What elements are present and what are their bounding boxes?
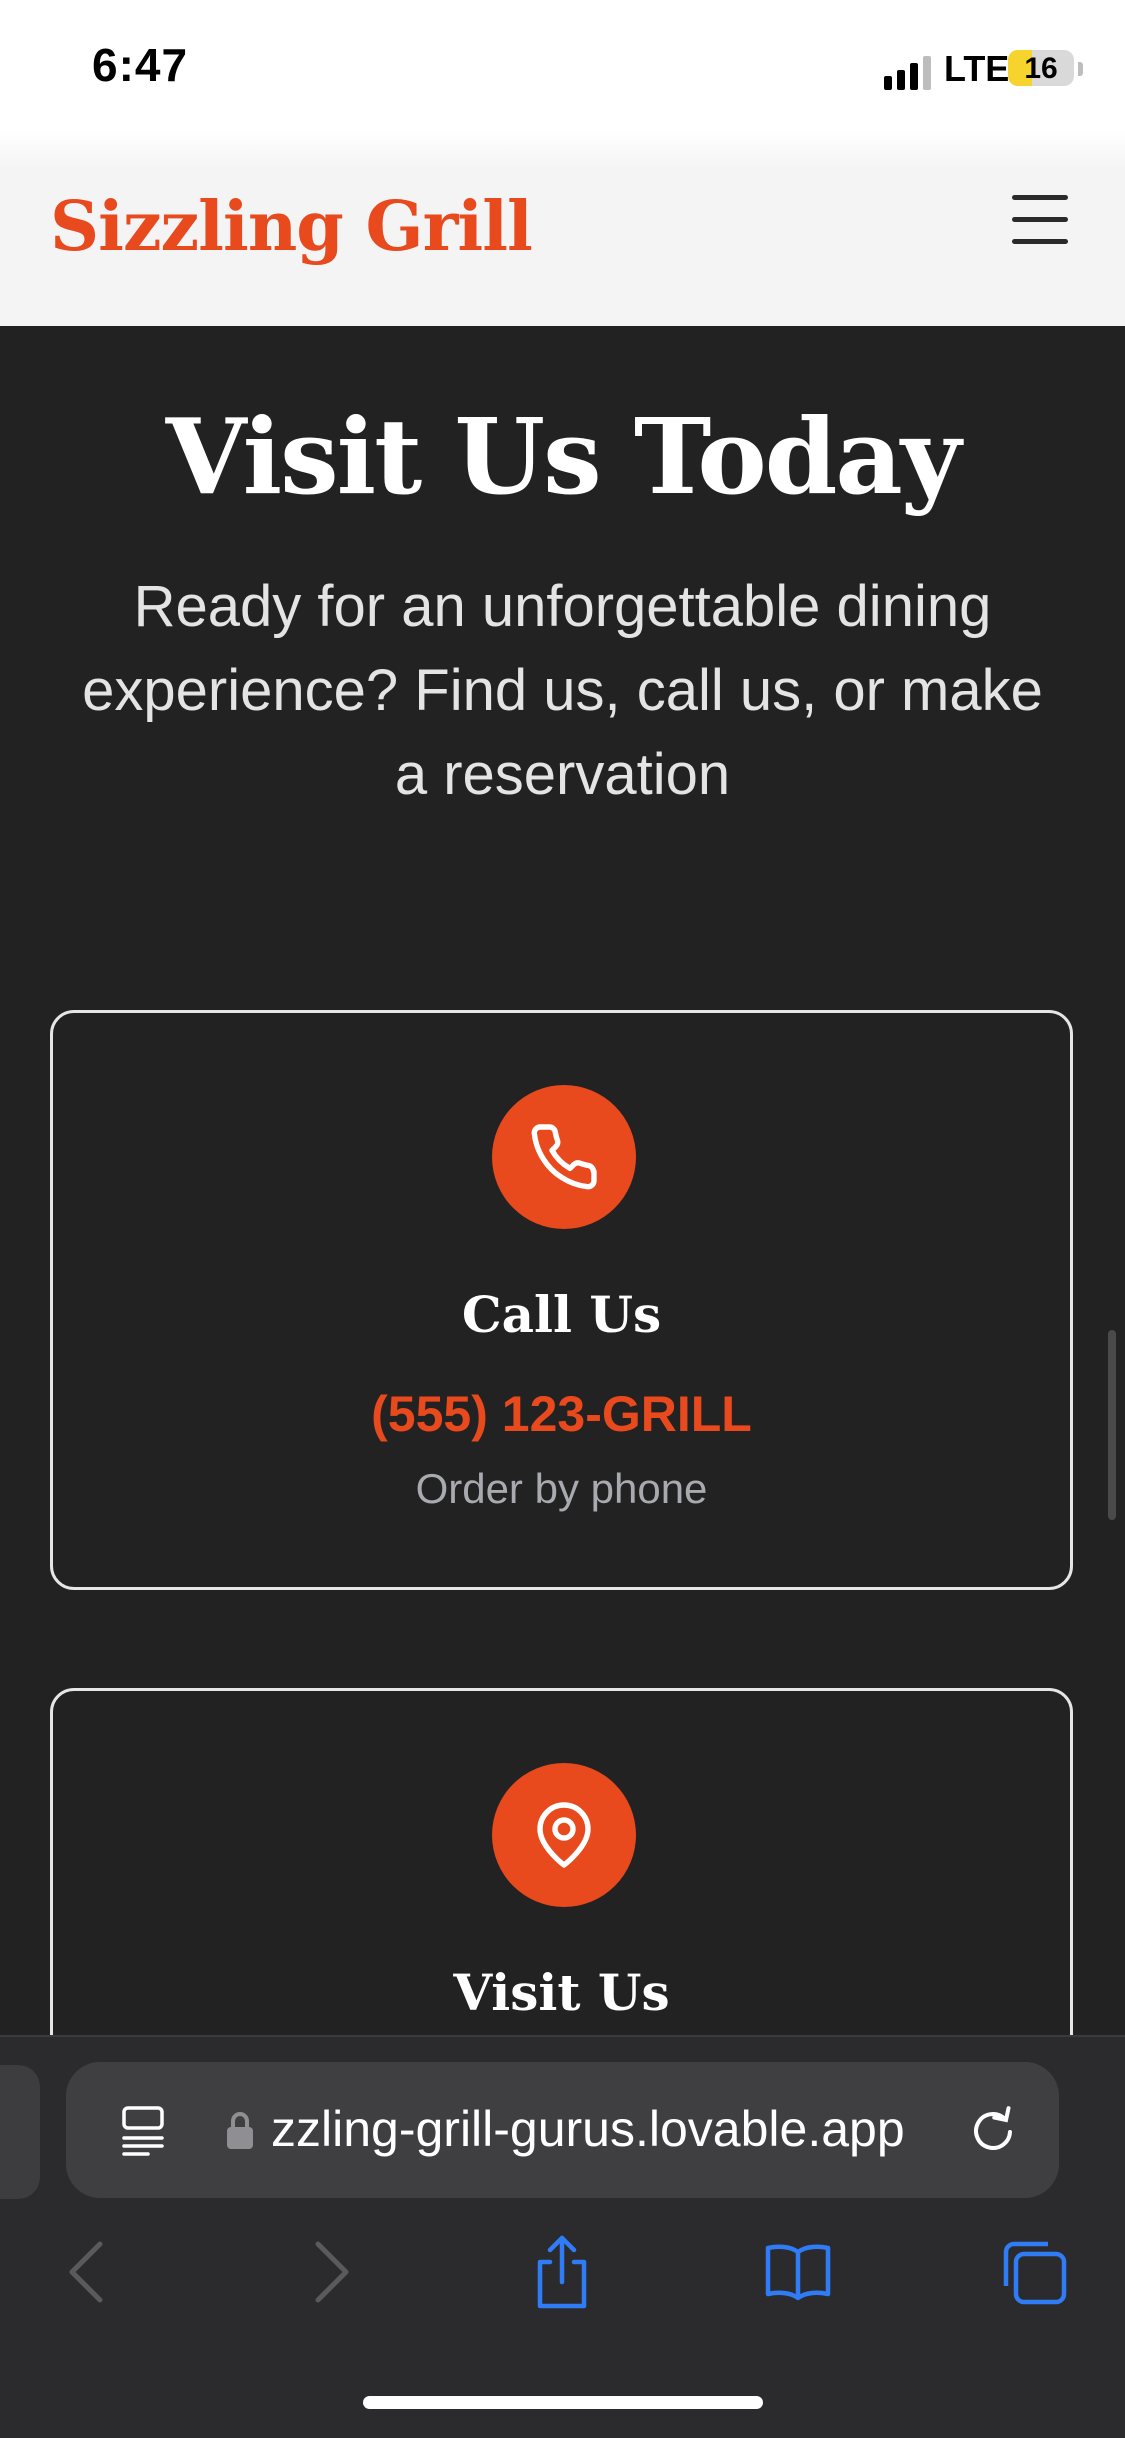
battery-level: 16	[1024, 52, 1058, 85]
reload-icon[interactable]	[966, 2102, 1022, 2158]
status-time: 6:47	[92, 39, 189, 91]
previous-tab-edge[interactable]	[0, 2065, 40, 2199]
site-header: Sizzling Grill	[0, 150, 1125, 326]
brand-logo[interactable]: Sizzling Grill	[50, 187, 533, 267]
map-pin-icon	[492, 1763, 636, 1907]
scrollbar[interactable]	[1108, 1330, 1116, 1520]
phone-number-link[interactable]: (555) 123-GRILL	[53, 1385, 1070, 1443]
card-title: Call Us	[461, 1285, 662, 1344]
battery-icon: 16	[1008, 50, 1074, 86]
card-note: Order by phone	[415, 1465, 708, 1512]
lock-icon	[227, 2112, 253, 2149]
browser-toolbar: zzling-grill-gurus.lovable.app	[0, 2035, 1125, 2438]
home-indicator[interactable]	[363, 2396, 763, 2409]
phone-icon	[492, 1085, 636, 1229]
network-type: LTE	[944, 48, 1010, 89]
section-subtitle: Ready for an unforgettable dining experi…	[82, 574, 1043, 807]
address-bar[interactable]: zzling-grill-gurus.lovable.app	[66, 2062, 1059, 2198]
card-title: Visit Us	[453, 1963, 670, 2022]
hamburger-menu-button[interactable]	[1012, 195, 1070, 245]
url-text[interactable]: zzling-grill-gurus.lovable.app	[271, 2100, 905, 2158]
tabs-icon[interactable]	[998, 2232, 1070, 2312]
forward-icon[interactable]	[294, 2232, 366, 2312]
bookmarks-icon[interactable]	[762, 2232, 834, 2312]
back-icon[interactable]	[52, 2232, 124, 2312]
page-menu-icon[interactable]	[118, 2104, 168, 2156]
signal-icon	[884, 56, 931, 90]
call-us-card: Call Us (555) 123-GRILL Order by phone	[50, 1010, 1073, 1590]
status-bar: 6:47 LTE 16	[0, 0, 1125, 150]
battery-cap	[1078, 62, 1083, 76]
share-icon[interactable]	[526, 2232, 598, 2312]
header-fade	[0, 130, 1125, 170]
section-title: Visit Us Today	[165, 395, 962, 518]
